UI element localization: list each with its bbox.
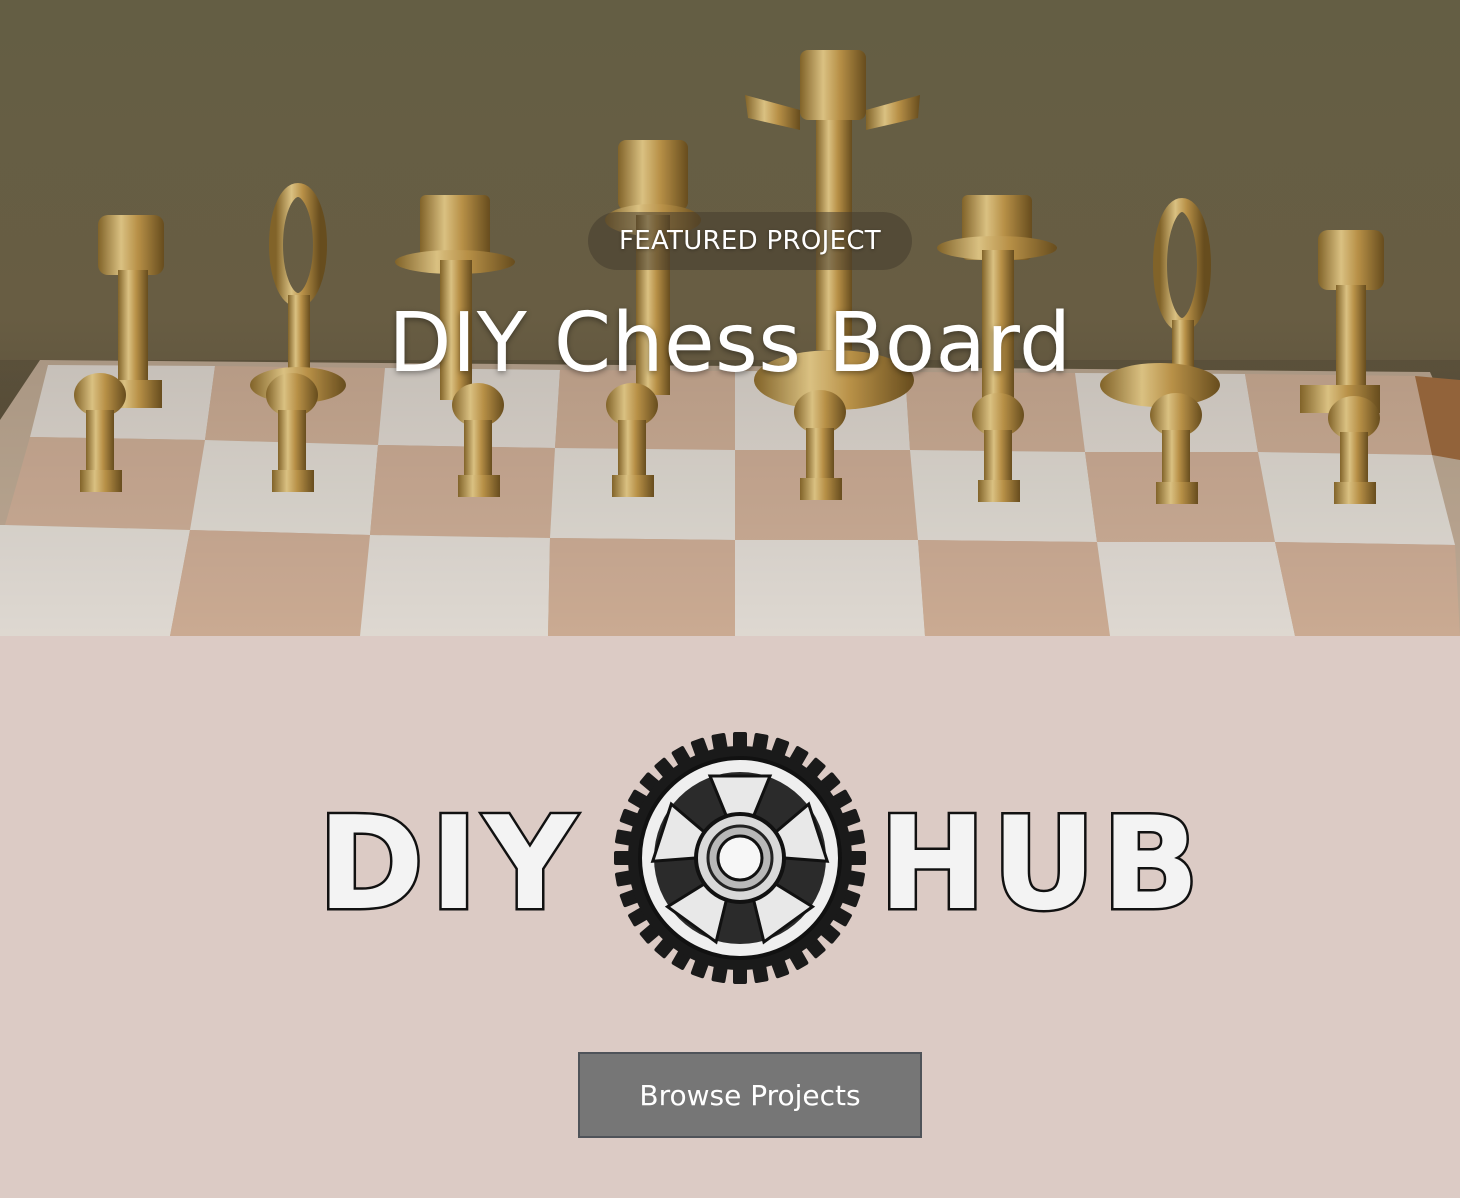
browse-projects-button[interactable]: Browse Projects — [578, 1052, 922, 1138]
diy-hub-logo: DIY HUB — [300, 720, 1200, 1000]
featured-badge: FEATURED PROJECT — [588, 212, 912, 270]
featured-project-title[interactable]: DIY Chess Board — [0, 294, 1460, 394]
featured-label: FEATURED PROJECT — [619, 226, 881, 256]
logo-word-left: DIY — [318, 790, 583, 939]
logo-word-right: HUB — [879, 790, 1200, 939]
landing-page: FEATURED PROJECT DIY Chess Board DIY HUB… — [0, 0, 1460, 1198]
gear-icon — [614, 732, 866, 984]
hero-banner[interactable]: FEATURED PROJECT DIY Chess Board — [0, 0, 1460, 636]
